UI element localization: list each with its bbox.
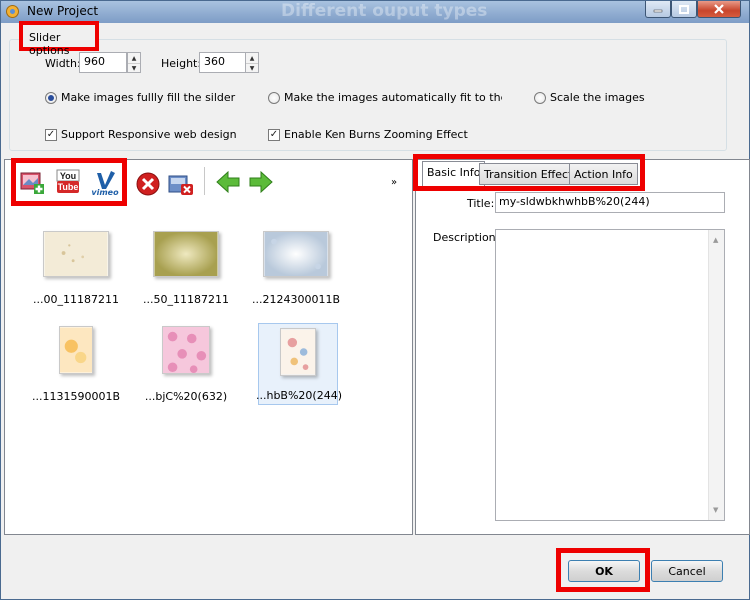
title-label: Title:: [467, 197, 495, 210]
move-right-button[interactable]: [248, 169, 274, 195]
delete-icon: [136, 172, 160, 196]
delete-button[interactable]: [135, 171, 161, 197]
new-project-window: New Project Different ouput types Slider…: [0, 0, 750, 600]
thumbnail-item[interactable]: ...1131590001B: [32, 326, 120, 403]
checkbox-responsive-label: Support Responsive web design: [61, 128, 237, 141]
thumbnail-item[interactable]: ...00_11187211: [33, 231, 119, 306]
width-input[interactable]: 960: [79, 52, 127, 73]
thumbnail-image: [153, 231, 219, 277]
description-scrollbar[interactable]: ▲ ▼: [708, 230, 724, 520]
radio-fit-slider-label: Make the images automatically fit to the…: [284, 91, 502, 104]
radio-unselected-icon: [268, 91, 280, 104]
ok-highlight: [556, 548, 650, 592]
height-label: Height:: [161, 57, 202, 70]
spin-up-icon[interactable]: ▲: [128, 53, 140, 63]
window-title: New Project: [27, 4, 99, 18]
description-textarea[interactable]: ▲ ▼: [495, 229, 725, 521]
spin-down-icon[interactable]: ▼: [128, 63, 140, 73]
arrow-right-icon: [249, 170, 273, 194]
thumbnail-caption: ...bjC%20(632): [144, 390, 228, 403]
scroll-up-icon[interactable]: ▲: [713, 236, 718, 244]
thumbnail-caption: ...1131590001B: [31, 390, 121, 403]
thumbnail-item[interactable]: ...50_11187211: [143, 231, 229, 306]
description-label: Description:: [433, 231, 500, 244]
arrow-left-icon: [216, 170, 240, 194]
spin-down-icon[interactable]: ▼: [246, 63, 258, 73]
move-left-button[interactable]: [215, 169, 241, 195]
close-icon: [714, 4, 724, 14]
thumbnail-caption: ...hbB%20(244): [255, 389, 343, 402]
remove-images-icon: [168, 175, 193, 195]
checkbox-ken-burns-label: Enable Ken Burns Zooming Effect: [284, 128, 468, 141]
media-toolbar-highlight: [11, 158, 127, 206]
thumbnail-image: [263, 231, 329, 277]
app-icon: [6, 5, 19, 18]
thumbnail-item-selected[interactable]: ...hbB%20(244): [256, 323, 342, 405]
checkbox-ken-burns[interactable]: ✓ Enable Ken Burns Zooming Effect: [268, 128, 468, 141]
radio-scale-images-label: Scale the images: [550, 91, 645, 104]
thumbnail-caption: ...2124300011B: [251, 293, 341, 306]
thumbnail-image: [162, 326, 210, 374]
thumbnail-caption: ...00_11187211: [33, 293, 119, 306]
radio-fill-slider[interactable]: Make images fullly fill the silder: [45, 91, 235, 104]
maximize-icon: [679, 4, 689, 14]
thumbnail-image: [280, 328, 316, 376]
remove-all-button[interactable]: [168, 171, 194, 197]
checkmark-icon: ✓: [268, 128, 280, 141]
scroll-down-icon[interactable]: ▼: [713, 506, 718, 514]
tabs-highlight: [413, 154, 645, 191]
width-label: Width:: [45, 57, 81, 70]
radio-fit-slider[interactable]: Make the images automatically fit to the…: [268, 91, 502, 104]
checkmark-icon: ✓: [45, 128, 57, 141]
height-input[interactable]: 360: [199, 52, 247, 73]
title-input[interactable]: my-sldwbkhwhbB%20(244): [495, 192, 725, 213]
close-button[interactable]: [697, 1, 741, 18]
minimize-icon: [653, 9, 663, 13]
radio-unselected-icon: [534, 91, 546, 104]
thumbnail-image: [59, 326, 93, 374]
thumbnail-item[interactable]: ...2124300011B: [252, 231, 340, 306]
thumbnail-image: [43, 231, 109, 277]
slider-options-label: Slider options: [19, 21, 99, 57]
height-spinner[interactable]: ▲ ▼: [245, 52, 259, 73]
cancel-button[interactable]: Cancel: [651, 560, 723, 582]
radio-scale-images[interactable]: Scale the images: [534, 91, 645, 104]
radio-fill-slider-label: Make images fullly fill the silder: [61, 91, 236, 104]
thumbnail-item[interactable]: ...bjC%20(632): [145, 326, 227, 403]
title-bar[interactable]: New Project Different ouput types: [1, 1, 749, 23]
toolbar-separator: [204, 167, 205, 195]
maximize-button[interactable]: [671, 1, 697, 18]
thumbnail-caption: ...50_11187211: [143, 293, 229, 306]
spin-up-icon[interactable]: ▲: [246, 53, 258, 63]
width-spinner[interactable]: ▲ ▼: [127, 52, 141, 73]
radio-selected-icon: [45, 91, 57, 104]
minimize-button[interactable]: [645, 1, 671, 18]
toolbar-overflow-icon[interactable]: »: [391, 177, 397, 188]
checkbox-responsive[interactable]: ✓ Support Responsive web design: [45, 128, 237, 141]
window-watermark: Different ouput types: [281, 1, 488, 21]
